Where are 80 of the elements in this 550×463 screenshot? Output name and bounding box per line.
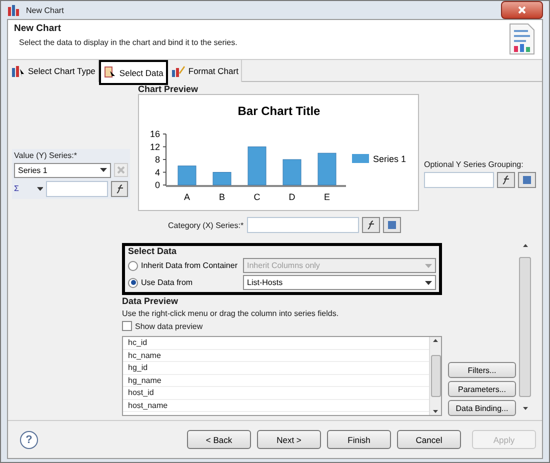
expression-field[interactable] (46, 180, 108, 196)
category-label: D (288, 192, 296, 202)
scroll-up-icon[interactable] (522, 244, 528, 247)
caret-icon (425, 264, 432, 268)
column-item[interactable]: hc_name (123, 350, 429, 362)
table-button[interactable] (382, 217, 401, 233)
dialog-button[interactable]: < Back (187, 430, 251, 449)
table-icon (522, 174, 532, 184)
function-icon (114, 184, 125, 194)
close-button[interactable] (501, 1, 543, 19)
category-label: C (254, 192, 260, 202)
close-icon (518, 6, 526, 14)
bar (248, 146, 266, 186)
dialog-button[interactable]: Finish (327, 430, 391, 449)
radio-option[interactable]: Inherit Data from Container (128, 260, 243, 270)
dialog-button[interactable]: Next > (257, 430, 321, 449)
side-button[interactable]: Filters... (448, 362, 516, 378)
scrollbar[interactable] (429, 337, 441, 415)
help-button[interactable]: ? (20, 430, 38, 448)
bar (318, 152, 336, 186)
axis-tick-label: 12 (150, 142, 160, 152)
function-button[interactable] (111, 180, 128, 196)
document-chart-icon (508, 23, 536, 55)
field-label: Category (X) Series:* (168, 220, 244, 230)
scroll-up-icon[interactable] (433, 339, 438, 342)
column-item[interactable]: hc_id (123, 337, 429, 350)
side-button[interactable]: Parameters... (448, 381, 516, 397)
section-title: Select Data (128, 246, 178, 256)
header-description: Select the data to display in the chart and bind it to the series. (19, 38, 238, 47)
hint-text: Use the right-click menu or drag the column into series fields. (122, 309, 340, 318)
function-button[interactable] (497, 172, 515, 188)
category-field[interactable] (246, 217, 359, 233)
window-title: New Chart (26, 6, 64, 14)
bar (282, 159, 302, 186)
axis-tick-label: 16 (150, 129, 160, 139)
aggregate-button[interactable]: Σ (14, 184, 34, 193)
table-icon (386, 220, 397, 230)
show-preview-checkbox[interactable]: Show data preview (122, 321, 203, 331)
side-button[interactable]: Data Binding... (448, 400, 516, 416)
chart-cursor-icon (11, 65, 25, 77)
section-title: Chart Preview (138, 84, 200, 94)
dialog-button[interactable]: Cancel (397, 430, 461, 449)
grouping-field[interactable] (424, 172, 494, 188)
bar (178, 166, 196, 186)
axis-tick-label: 8 (154, 154, 160, 164)
field-label: Optional Y Series Grouping: (424, 160, 524, 168)
column-item[interactable]: host_name (123, 400, 429, 412)
bar-chart-icon (7, 4, 21, 16)
caret-icon (425, 280, 432, 284)
category-label: B (219, 192, 225, 202)
scroll-down-icon[interactable] (522, 407, 528, 410)
category-label: E (324, 192, 330, 202)
function-button[interactable] (362, 217, 380, 233)
function-icon (366, 220, 376, 230)
series-dropdown[interactable]: Series 1 (14, 162, 112, 178)
bar (212, 172, 232, 186)
section-title: Data Preview (122, 296, 180, 306)
tab[interactable]: Select Data (99, 60, 168, 85)
scroll-down-icon[interactable] (433, 410, 438, 413)
header-title: New Chart (14, 23, 62, 34)
legend-label: Series 1 (373, 154, 406, 164)
tab[interactable]: Select Chart Type (8, 60, 100, 82)
function-icon (501, 174, 511, 184)
axis-tick-label: 0 (154, 180, 160, 190)
column-item[interactable]: hg_id (123, 362, 429, 374)
tab[interactable]: Format Chart (168, 60, 242, 82)
column-item[interactable]: hg_name (123, 374, 429, 387)
caret-icon (100, 168, 108, 172)
chart-title: Bar Chart Title (238, 104, 320, 118)
chart-brush-icon (171, 65, 186, 77)
document-cursor-icon (104, 66, 116, 79)
radio-option[interactable]: Use Data from (128, 278, 243, 288)
data-source-dropdown[interactable]: List-Hosts (243, 275, 436, 290)
axis-tick-label: 4 (154, 167, 160, 178)
field-label: Value (Y) Series:* (14, 150, 78, 160)
caret-icon (37, 186, 44, 190)
y-axis (162, 134, 166, 186)
table-button[interactable] (518, 172, 536, 188)
category-label: A (184, 192, 190, 202)
column-item[interactable]: host_id (123, 387, 429, 400)
